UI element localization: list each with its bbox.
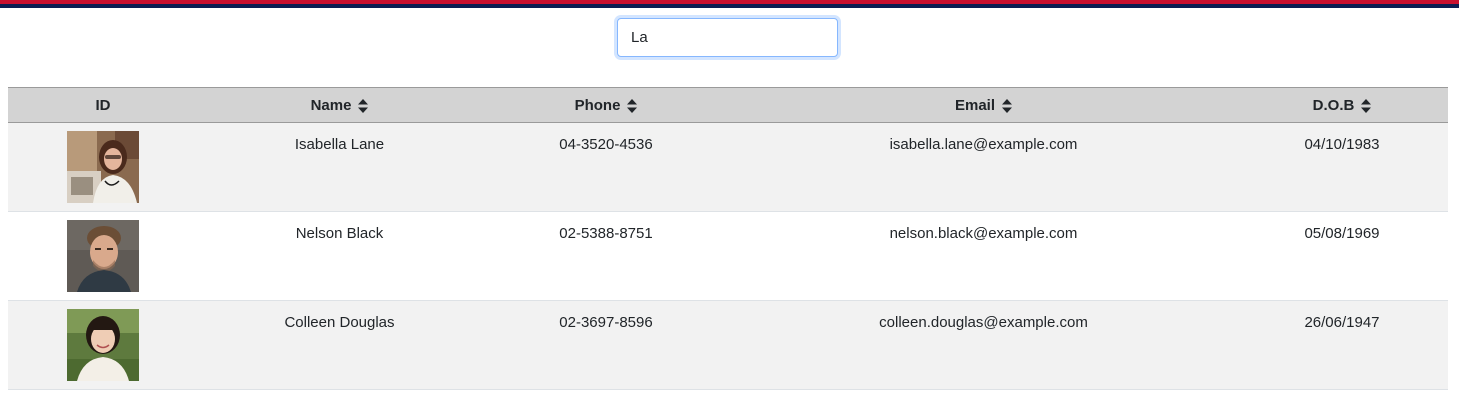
cell-dob: 04/10/1983	[1236, 122, 1448, 212]
row-name: Isabella Lane	[294, 136, 385, 153]
row-phone: 02-5388-8751	[559, 225, 653, 242]
column-header-email[interactable]: Email	[731, 87, 1236, 123]
sort-icon[interactable]	[1002, 98, 1013, 113]
row-dob: 26/06/1947	[1304, 314, 1380, 331]
row-phone: 04-3520-4536	[559, 136, 653, 153]
cell-phone: 02-5388-8751	[481, 211, 731, 301]
row-name: Nelson Black	[295, 225, 384, 242]
cell-dob: 05/08/1969	[1236, 211, 1448, 301]
avatar	[67, 131, 139, 203]
cell-email: colleen.douglas@example.com	[731, 300, 1236, 390]
sort-icon[interactable]	[358, 98, 369, 113]
users-table: ID Name Phone Email D.O.B Isabella Lane …	[8, 87, 1448, 390]
sort-icon[interactable]	[627, 98, 638, 113]
column-header-dob[interactable]: D.O.B	[1236, 87, 1448, 123]
cell-phone: 04-3520-4536	[481, 122, 731, 212]
table-row: Colleen Douglas 02-3697-8596 colleen.dou…	[8, 300, 1448, 390]
column-header-id-label: ID	[95, 96, 111, 114]
row-email: isabella.lane@example.com	[889, 136, 1078, 153]
column-header-dob-label: D.O.B	[1312, 96, 1355, 114]
cell-name: Nelson Black	[198, 211, 481, 301]
column-header-email-label: Email	[954, 96, 996, 114]
table-row: Nelson Black 02-5388-8751 nelson.black@e…	[8, 211, 1448, 301]
cell-avatar	[8, 211, 198, 301]
row-dob: 05/08/1969	[1304, 225, 1380, 242]
row-dob: 04/10/1983	[1304, 136, 1380, 153]
column-header-name-label: Name	[310, 96, 352, 114]
top-accent-bar	[0, 0, 1459, 9]
table-header-row: ID Name Phone Email D.O.B	[8, 87, 1448, 123]
column-header-name[interactable]: Name	[198, 87, 481, 123]
avatar	[67, 220, 139, 292]
column-header-phone[interactable]: Phone	[481, 87, 731, 123]
cell-dob: 26/06/1947	[1236, 300, 1448, 390]
search-container	[617, 18, 838, 57]
row-email: colleen.douglas@example.com	[879, 314, 1088, 331]
row-name: Colleen Douglas	[284, 314, 395, 331]
cell-avatar	[8, 300, 198, 390]
row-email: nelson.black@example.com	[889, 225, 1078, 242]
cell-name: Isabella Lane	[198, 122, 481, 212]
cell-email: nelson.black@example.com	[731, 211, 1236, 301]
cell-phone: 02-3697-8596	[481, 300, 731, 390]
column-header-id: ID	[8, 87, 198, 123]
cell-name: Colleen Douglas	[198, 300, 481, 390]
sort-icon[interactable]	[1361, 98, 1372, 113]
cell-avatar	[8, 122, 198, 212]
cell-email: isabella.lane@example.com	[731, 122, 1236, 212]
column-header-phone-label: Phone	[574, 96, 621, 114]
row-phone: 02-3697-8596	[559, 314, 653, 331]
table-row: Isabella Lane 04-3520-4536 isabella.lane…	[8, 122, 1448, 212]
search-input[interactable]	[617, 18, 838, 57]
avatar	[67, 309, 139, 381]
